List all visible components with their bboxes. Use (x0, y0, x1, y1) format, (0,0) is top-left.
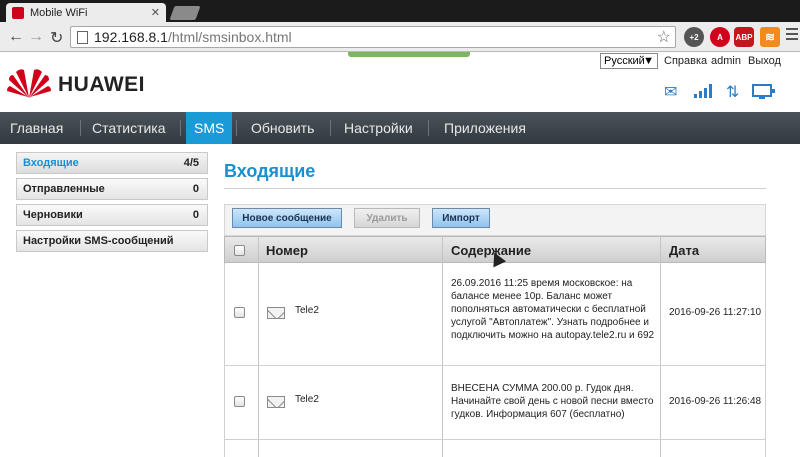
delete-button[interactable]: Удалить (354, 208, 420, 228)
adblock-icon[interactable]: ABP (734, 27, 754, 47)
close-tab-icon[interactable]: ✕ (151, 6, 160, 19)
menu-statistics[interactable]: Статистика (84, 112, 174, 144)
select-all-checkbox[interactable] (234, 245, 245, 256)
extension-icon[interactable]: +2 (684, 27, 704, 47)
message-content[interactable]: ВНЕСЕНА СУММА 200.00 р. Гудок дня. Начин… (451, 382, 661, 421)
sidebar-item-sms-settings[interactable]: Настройки SMS-сообщений (16, 230, 208, 252)
column-separator (660, 366, 661, 439)
column-separator (258, 237, 259, 264)
chevron-down-icon: ▼ (643, 55, 654, 67)
sidebar-item-sent[interactable]: Отправленные 0 (16, 178, 208, 200)
menu-home[interactable]: Главная (2, 112, 71, 144)
tab-title: Mobile WiFi (30, 6, 88, 19)
browser-tabbar: Mobile WiFi ✕ (0, 0, 800, 22)
monitor-icon (752, 84, 775, 99)
row-checkbox[interactable] (234, 307, 245, 318)
rss-icon[interactable]: ≋ (760, 27, 780, 47)
menu-separator (330, 120, 331, 136)
sidebar-item-inbox[interactable]: Входящие 4/5 (16, 152, 208, 174)
sidebar-item-count: 0 (192, 209, 199, 221)
menu-separator (180, 120, 181, 136)
reload-icon[interactable]: ↻ (50, 28, 63, 48)
new-message-button[interactable]: Новое сообщение (232, 208, 342, 228)
huawei-favicon-icon (12, 6, 24, 19)
message-content[interactable]: 26.09.2016 11:25 время московское: на ба… (451, 277, 661, 342)
antivirus-icon[interactable]: A (710, 27, 730, 47)
message-date: 2016-09-26 11:26:48 (669, 396, 762, 407)
sender: Tele2 (295, 305, 319, 316)
address-bar[interactable]: 192.168.8.1 /html/smsinbox.html ☆ (70, 26, 676, 48)
browser-toolbar: ← → ↻ 192.168.8.1 /html/smsinbox.html ☆ … (0, 22, 800, 52)
page-title: Входящие (224, 161, 316, 181)
language-value: Русский (604, 55, 645, 67)
envelope-icon (267, 396, 285, 408)
bookmark-star-icon[interactable]: ☆ (657, 27, 671, 47)
row-checkbox[interactable] (234, 396, 245, 407)
menu-separator (236, 120, 237, 136)
url-path: /html/smsinbox.html (167, 29, 292, 45)
column-separator (442, 237, 443, 264)
table-row[interactable]: Tele2 ВНЕСЕНА СУММА 200.00 р. Гудок дня.… (224, 366, 766, 440)
import-button[interactable]: Импорт (432, 208, 490, 228)
brand-name: HUAWEI (58, 73, 145, 96)
menu-sms[interactable]: SMS (186, 112, 233, 144)
signal-icon (694, 84, 712, 98)
data-transfer-icon: ⇅ (726, 84, 740, 101)
column-separator (442, 366, 443, 439)
loading-indicator (348, 52, 470, 57)
back-icon[interactable]: ← (8, 28, 24, 46)
column-separator (660, 237, 661, 264)
language-select[interactable]: Русский ▼ (600, 53, 658, 69)
column-date[interactable]: Дата (669, 237, 699, 264)
adblock-label: ABP (735, 32, 753, 42)
sidebar-item-label: Черновики (23, 209, 83, 221)
menu-separator (80, 120, 81, 136)
sidebar-item-drafts[interactable]: Черновики 0 (16, 204, 208, 226)
menu-update[interactable]: Обновить (243, 112, 322, 144)
title-divider (224, 188, 766, 189)
forward-icon[interactable]: → (28, 28, 44, 46)
user-link[interactable]: admin (711, 55, 741, 67)
sidebar-item-count: 0 (192, 183, 199, 195)
sidebar-item-count: 4/5 (183, 157, 199, 169)
sender: Tele2 (295, 394, 319, 405)
envelope-icon (267, 307, 285, 319)
menu-settings[interactable]: Настройки (336, 112, 421, 144)
sidebar-item-label: Отправленные (23, 183, 105, 195)
column-separator (258, 263, 259, 365)
mail-icon[interactable]: ✉ (664, 82, 677, 102)
column-separator (660, 440, 661, 457)
column-separator (258, 366, 259, 439)
column-separator (442, 263, 443, 365)
help-link[interactable]: Справка (664, 55, 707, 67)
logout-link[interactable]: Выход (748, 55, 781, 67)
browser-tab[interactable]: Mobile WiFi ✕ (6, 3, 166, 22)
menu-separator (428, 120, 429, 136)
table-row[interactable] (224, 440, 766, 457)
message-date: 2016-09-26 11:27:10 (669, 307, 762, 318)
main-menu: Главная Статистика SMS Обновить Настройк… (0, 112, 800, 144)
extension-badge: +2 (689, 32, 699, 42)
table-row[interactable]: Tele2 26.09.2016 11:25 время московское:… (224, 263, 766, 366)
new-tab-button[interactable] (169, 6, 201, 20)
menu-apps[interactable]: Приложения (436, 112, 534, 144)
column-separator (442, 440, 443, 457)
sidebar-item-label: Настройки SMS-сообщений (23, 235, 174, 247)
page-icon (77, 30, 88, 44)
column-separator (258, 440, 259, 457)
sidebar-item-label: Входящие (23, 157, 79, 169)
huawei-logo-icon (7, 69, 51, 98)
url-host: 192.168.8.1 (94, 29, 168, 45)
column-number[interactable]: Номер (266, 237, 308, 264)
browser-menu-icon[interactable] (786, 28, 798, 43)
column-separator (660, 263, 661, 365)
